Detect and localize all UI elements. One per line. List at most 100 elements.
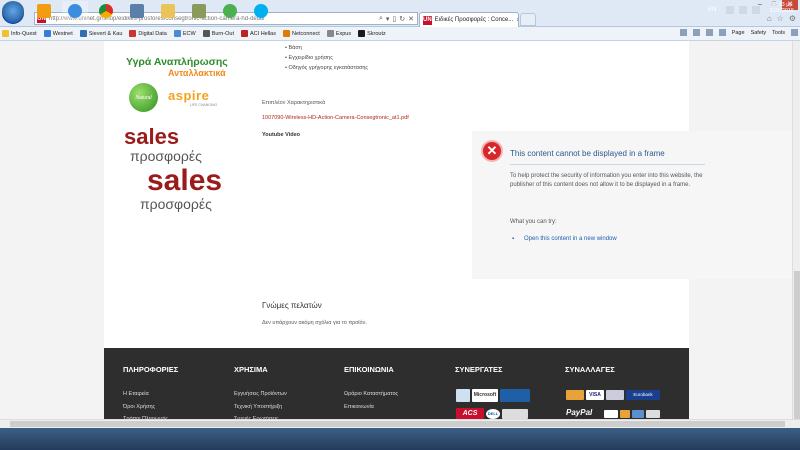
- favorite-item[interactable]: Netconnect: [283, 30, 320, 37]
- acs-logo[interactable]: ACS: [456, 408, 484, 419]
- list-item: Οδηγός γρήγορης εγκατάστασης: [285, 63, 368, 73]
- footer-link[interactable]: Τεχνική Υποστήριξη: [234, 404, 282, 410]
- eurobank-logo[interactable]: Eurobank: [626, 390, 660, 400]
- page-menu[interactable]: Page: [732, 30, 745, 36]
- sales-banner-word[interactable]: προσφορές: [130, 148, 202, 164]
- sales-banner-word[interactable]: sales: [124, 124, 179, 150]
- home-icon[interactable]: ⌂: [767, 14, 772, 23]
- frame-error-try-label: What you can try:: [510, 219, 557, 225]
- banner-brand-title[interactable]: Υγρά Αναπλήρωσης: [126, 56, 228, 68]
- favorite-item[interactable]: Skroutz: [358, 30, 386, 37]
- refresh-icon[interactable]: ↻: [399, 15, 405, 23]
- sales-banner-word[interactable]: sales: [147, 164, 222, 198]
- favorite-item[interactable]: Sievert & Kau: [79, 30, 122, 37]
- mail-icon[interactable]: [705, 29, 713, 36]
- taskbar-internet-explorer[interactable]: [62, 1, 88, 21]
- taskbar-explorer[interactable]: [155, 1, 181, 21]
- favorite-label: Burn-Out: [211, 30, 235, 37]
- vertical-scrollbar[interactable]: [792, 41, 800, 431]
- favorite-label: ECW: [182, 30, 196, 37]
- clock-date: 31/1/2015: [769, 8, 794, 14]
- tab-active[interactable]: UN Ειδικές Προσφορές : Conce... ×: [419, 12, 519, 27]
- safety-menu[interactable]: Safety: [751, 30, 767, 36]
- favorite-item[interactable]: Expus: [326, 30, 351, 37]
- taskbar-media[interactable]: [124, 1, 150, 21]
- pdf-download-link[interactable]: 1007090-Wireless-HD-Action-Camera-Conseg…: [262, 115, 409, 121]
- footer-link[interactable]: Η Εταιρεία: [123, 391, 149, 397]
- favorite-item[interactable]: ACI Hellas: [241, 30, 276, 37]
- open-new-window-link[interactable]: Open this content in a new window: [524, 236, 617, 242]
- footer-link[interactable]: Ωράριο Καταστήματος: [344, 391, 398, 397]
- scrollbar-thumb[interactable]: [794, 271, 800, 431]
- favorite-item[interactable]: Digital Data: [129, 30, 167, 37]
- mastercard-logo[interactable]: [566, 390, 584, 400]
- favicon-icon: [79, 30, 87, 37]
- taskbar-app[interactable]: [186, 1, 212, 21]
- aspire-logo[interactable]: aspire: [168, 88, 209, 103]
- help-icon[interactable]: [791, 29, 798, 36]
- extra-features-label: Επιπλέον Χαρακτηριστικά: [262, 100, 326, 106]
- home-icon[interactable]: [679, 29, 687, 36]
- list-item: Εγχειρίδιο χρήσης: [285, 53, 368, 63]
- volume-icon[interactable]: [752, 6, 760, 14]
- card-logo[interactable]: [632, 410, 644, 418]
- favorite-label: Skroutz: [367, 30, 386, 37]
- divider: [510, 164, 705, 165]
- stop-icon[interactable]: ✕: [408, 15, 414, 23]
- sales-banner-word[interactable]: προσφορές: [140, 196, 212, 212]
- taskbar-outlook[interactable]: [31, 1, 57, 21]
- footer-link[interactable]: Εγγυήσεις Προϊόντων: [234, 391, 287, 397]
- gear-icon[interactable]: ⚙: [789, 14, 796, 23]
- microsoft-logo[interactable]: Microsoft: [472, 389, 498, 402]
- footer-heading-info: ΠΛΗΡΟΦΟΡΙΕΣ: [123, 365, 179, 374]
- card-logo[interactable]: [606, 390, 624, 400]
- dropdown-icon[interactable]: ▾: [386, 15, 390, 23]
- favicon-icon: [283, 30, 290, 37]
- footer-heading-contact: ΕΠΙΚΟΙΝΩΝΙΑ: [344, 365, 394, 374]
- favorite-item[interactable]: ECW: [173, 30, 196, 37]
- print-icon[interactable]: [718, 29, 726, 36]
- taskbar-skype[interactable]: [248, 1, 274, 21]
- youtube-video-label: Youtube Video: [262, 132, 300, 138]
- frame-error-title: This content cannot be displayed in a fr…: [510, 149, 665, 158]
- dell-logo[interactable]: DELL: [486, 409, 500, 419]
- partner-logo[interactable]: [500, 389, 530, 402]
- horizontal-scrollbar[interactable]: [0, 419, 800, 428]
- footer-link[interactable]: Επικοινωνία: [344, 404, 374, 410]
- footer-link[interactable]: Όροι Χρήσης: [123, 404, 155, 410]
- tray-arrow-icon[interactable]: [726, 6, 734, 14]
- favorite-item[interactable]: Westnet: [43, 30, 73, 37]
- footer-heading-transactions: ΣΥΝΑΛΛΑΓΕΣ: [565, 365, 615, 374]
- new-tab-button[interactable]: [520, 13, 536, 26]
- partner-logo[interactable]: [502, 409, 528, 419]
- taskbar-chrome[interactable]: [93, 1, 119, 21]
- partner-logo[interactable]: [456, 389, 470, 402]
- card-logo[interactable]: [646, 410, 660, 418]
- favorite-item[interactable]: Burn-Out: [202, 30, 235, 37]
- compat-icon[interactable]: ▯: [392, 15, 396, 23]
- tab-close-icon[interactable]: ×: [513, 17, 518, 24]
- scrollbar-thumb[interactable]: [10, 421, 785, 427]
- tools-menu[interactable]: Tools: [772, 30, 785, 36]
- visa-logo[interactable]: VISA: [586, 390, 604, 400]
- search-icon[interactable]: ⌕: [379, 15, 383, 23]
- favicon-icon: [173, 30, 181, 37]
- footer-heading-partners: ΣΥΝΕΡΓΑΤΕΣ: [455, 365, 503, 374]
- card-logo[interactable]: [604, 410, 618, 418]
- skype-icon: [254, 4, 268, 18]
- taskbar-utorrent[interactable]: [217, 1, 243, 21]
- natural-logo[interactable]: Natural: [129, 83, 158, 112]
- paypal-logo[interactable]: PayPal: [566, 408, 602, 419]
- banner-brand-subtitle[interactable]: Ανταλλακτικά: [168, 68, 226, 78]
- card-logo[interactable]: [620, 410, 630, 418]
- network-icon[interactable]: [739, 6, 747, 14]
- favorite-item[interactable]: Info-Quest: [2, 30, 37, 37]
- feeds-icon[interactable]: [692, 29, 700, 36]
- reviews-heading: Γνώμες πελατών: [262, 301, 322, 310]
- favicon-icon: [358, 30, 366, 37]
- clock[interactable]: 12:13 μμ 31/1/2015: [770, 2, 794, 14]
- start-button[interactable]: [2, 1, 24, 21]
- language-indicator[interactable]: EN: [708, 7, 716, 13]
- favicon-icon: [202, 30, 210, 37]
- favorites-star-icon[interactable]: ☆: [777, 14, 784, 23]
